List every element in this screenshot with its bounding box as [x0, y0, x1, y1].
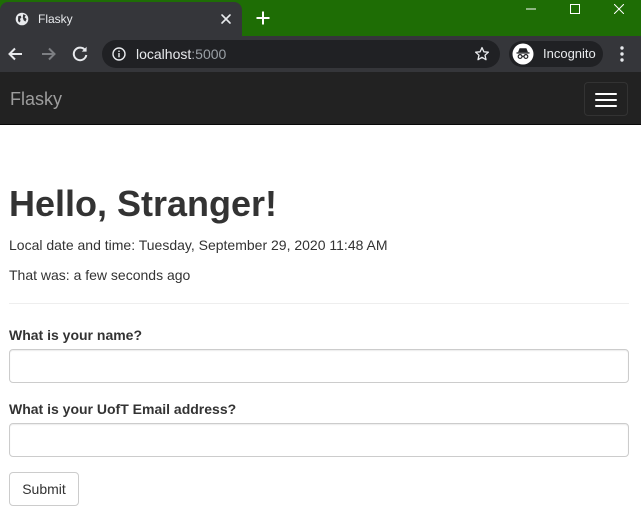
navbar-brand-link[interactable]: Flasky: [10, 89, 62, 109]
info-icon[interactable]: [112, 47, 126, 61]
divider: [9, 303, 629, 304]
url-port: :5000: [191, 46, 227, 62]
tab-close-icon[interactable]: [218, 11, 234, 27]
window-maximize-button[interactable]: [553, 0, 597, 20]
browser-tab[interactable]: Flasky: [0, 2, 242, 36]
url-host: localhost: [136, 46, 192, 62]
hamburger-icon: [595, 93, 617, 95]
hamburger-icon: [595, 105, 617, 107]
page-heading: Hello, Stranger!: [9, 183, 278, 224]
window-close-button[interactable]: [597, 0, 641, 20]
local-time-text: Local date and time: Tuesday, September …: [9, 237, 388, 253]
name-input[interactable]: [9, 349, 629, 383]
navbar-toggle-button[interactable]: [584, 82, 628, 116]
submit-button[interactable]: Submit: [9, 472, 79, 506]
incognito-icon: [512, 43, 534, 65]
url-text: localhost:5000: [136, 47, 226, 61]
reload-icon[interactable]: [69, 43, 91, 65]
relative-time-text: That was: a few seconds ago: [9, 267, 191, 283]
name-label: What is your name?: [9, 327, 143, 343]
address-bar[interactable]: localhost:5000: [102, 40, 500, 68]
window-minimize-button[interactable]: [509, 0, 553, 20]
incognito-profile-button[interactable]: Incognito: [509, 41, 603, 67]
minimize-icon: [526, 8, 536, 10]
bookmark-star-icon[interactable]: [474, 46, 490, 62]
maximize-icon: [570, 4, 580, 14]
back-arrow-icon[interactable]: [5, 43, 27, 65]
close-icon: [614, 4, 624, 14]
forward-arrow-icon[interactable]: [37, 43, 59, 65]
hamburger-icon: [595, 99, 617, 101]
incognito-label: Incognito: [543, 46, 596, 61]
new-tab-plus-icon[interactable]: [253, 8, 273, 28]
globe-icon: [15, 12, 29, 26]
email-label: What is your UofT Email address?: [9, 401, 237, 417]
site-navbar: Flasky: [0, 72, 641, 125]
browser-toolbar: localhost:5000 Incognito: [0, 36, 641, 72]
browser-titlebar: Flasky: [0, 0, 641, 36]
browser-menu-icon[interactable]: [614, 44, 630, 64]
tab-title: Flasky: [38, 12, 73, 26]
email-input[interactable]: [9, 423, 629, 457]
